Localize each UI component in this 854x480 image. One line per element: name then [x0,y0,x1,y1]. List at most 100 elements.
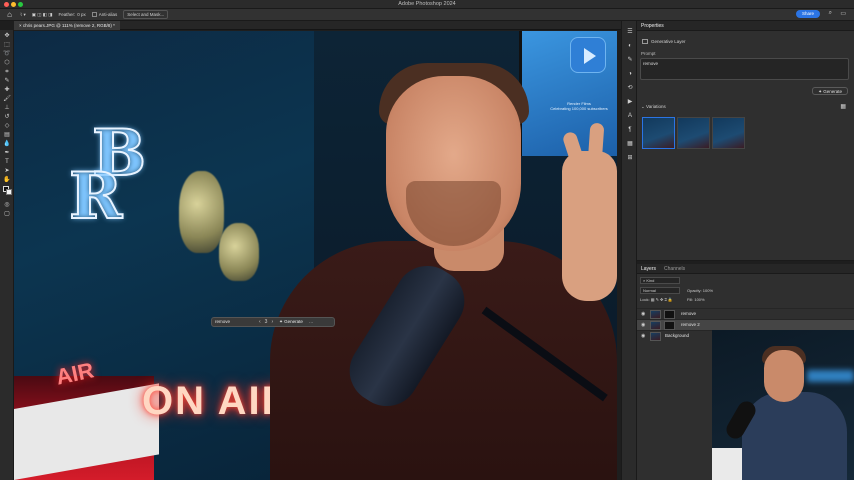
variation-thumbnail[interactable] [677,117,710,149]
properties-panel-icon[interactable]: ☰ [626,29,634,36]
eye-icon[interactable]: ◉ [641,311,645,317]
variations-header[interactable]: ⌄ Variations [641,104,666,110]
layers-tab-bar: Layers Channels [637,264,854,274]
grid-view-icon[interactable]: ▦ [840,103,846,110]
next-variation-button[interactable]: › [271,319,273,325]
prompt-label: Prompt [641,51,656,56]
fill-label: Fill: [687,297,694,302]
layer-row-selected[interactable]: ◉ remove 2 [637,319,854,330]
taskbar-generate-button[interactable]: ✦ Generate [279,319,303,325]
opacity-value[interactable]: 100% [703,288,713,293]
webcam-person-body [742,392,847,480]
search-icon[interactable]: ⌕ [829,10,832,17]
properties-generate-label: Generate [823,89,842,94]
feather-input[interactable]: 0 px [77,12,86,17]
gradient-tool-icon[interactable]: ▤ [3,132,11,139]
selection-mode-icons[interactable]: ▣ ◫ ◧ ◨ [32,12,53,18]
eye-icon[interactable]: ◉ [641,333,645,339]
ellipsis-icon[interactable]: ··· [309,320,314,325]
properties-panel: Properties Generative Layer Prompt remov… [637,21,854,261]
lasso-tool-icon[interactable]: ⌇ ▾ [20,12,26,18]
layer-thumbnail [650,321,661,330]
variation-thumbnail[interactable] [712,117,745,149]
adjustments-panel-icon[interactable]: ◑ [626,71,634,78]
blend-mode-select[interactable]: Normal [640,287,680,294]
pen-tool-icon[interactable]: ✒ [3,150,11,157]
background-color-swatch[interactable] [6,189,12,195]
monitor-text: Render Films Celebrating 100,000 subscri… [544,101,614,111]
document-tab[interactable]: × chris pears.JPG @ 111% (remove 2, RGB/… [14,21,120,30]
history-panel-icon[interactable]: ⟲ [626,85,634,92]
layer-row[interactable]: ◉ remove [637,308,854,319]
previous-variation-button[interactable]: ‹ [259,319,261,325]
taskbar-generate-label: Generate [284,319,303,324]
app-title: Adobe Photoshop 2024 [398,1,456,7]
path-select-tool-icon[interactable]: ➤ [3,168,11,175]
lock-label: Lock: [640,297,650,302]
title-bar: Adobe Photoshop 2024 [0,0,854,9]
libraries-panel-icon[interactable]: ⊞ [626,155,634,162]
generative-layer-label: Generative Layer [651,39,686,44]
tools-panel: ✥ ⬚ ➰ ⬡ ⌗ ✎ ✚ 🖌 ⊥ ↺ ◇ ▤ 💧 ✒ T ➤ ✋ ◎ ▢ [0,30,14,480]
actions-panel-icon[interactable]: ▶ [626,99,634,106]
feather-label: Feather: [58,12,76,17]
properties-tab-bar: Properties [637,21,854,31]
webcam-person-head [764,350,804,402]
generative-prompt-input[interactable]: remove [215,319,255,325]
photo-scene: Render Films Celebrating 100,000 subscri… [14,31,617,480]
fill-value[interactable]: 100% [694,297,704,302]
eye-icon[interactable]: ◉ [641,322,645,328]
marquee-tool-icon[interactable]: ⬚ [3,42,11,49]
quick-mask-icon[interactable]: ◎ [3,202,11,209]
removed-object-ghost-2 [219,223,259,281]
document-canvas[interactable]: Render Films Celebrating 100,000 subscri… [14,31,617,480]
photoshop-window: Adobe Photoshop 2024 ⌂ ⌇ ▾ ▣ ◫ ◧ ◨ Feath… [0,0,854,480]
healing-brush-tool-icon[interactable]: ✚ [3,87,11,94]
checkbox-icon [91,12,97,18]
lasso-tool-icon[interactable]: ➰ [3,51,11,58]
home-icon[interactable]: ⌂ [5,10,14,19]
screen-mode-icon[interactable]: ▢ [3,211,11,218]
layer-name: remove [681,311,697,316]
workspace-icon[interactable]: ▭ [840,10,846,17]
webcam-light-glow [807,370,854,382]
brush-panel-icon[interactable]: ✎ [626,57,634,64]
tab-properties[interactable]: Properties [637,23,668,29]
share-button[interactable]: Share [795,10,820,18]
paragraph-panel-icon[interactable]: ¶ [626,127,634,134]
select-and-mask-button[interactable]: Select and Mask... [123,10,169,19]
opacity-control[interactable]: Opacity: 100% [687,288,713,293]
anti-alias-checkbox[interactable]: Anti-alias [91,12,117,18]
play-logo-icon [570,37,606,73]
layer-name: Background [665,333,690,338]
eraser-tool-icon[interactable]: ◇ [3,123,11,130]
clone-stamp-tool-icon[interactable]: ⊥ [3,105,11,112]
blur-tool-icon[interactable]: 💧 [3,141,11,148]
prompt-textarea[interactable]: remove [640,58,849,80]
layer-filter-select[interactable]: ⌕ Kind [640,277,680,284]
lock-icons[interactable]: ▦ ✎ ✥ ⌗ 🔒 [651,297,673,302]
type-tool-icon[interactable]: T [3,159,11,166]
webcam-overlay [712,330,854,480]
object-select-tool-icon[interactable]: ⬡ [3,60,11,67]
character-panel-icon[interactable]: A [626,113,634,120]
swatches-panel-icon[interactable]: ▦ [626,141,634,148]
properties-generate-button[interactable]: ✦ Generate [812,87,848,95]
layer-thumbnail [650,332,661,341]
brush-tool-icon[interactable]: 🖌 [3,96,11,103]
color-panel-icon[interactable]: ◐ [626,43,634,50]
tab-layers[interactable]: Layers [637,266,660,272]
crop-tool-icon[interactable]: ⌗ [3,69,11,76]
opacity-label: Opacity: [687,288,702,293]
history-brush-tool-icon[interactable]: ↺ [3,114,11,121]
move-tool-icon[interactable]: ✥ [3,33,11,40]
generative-layer-header: Generative Layer [642,39,686,45]
contextual-task-bar: remove ‹ 3 › ✦ Generate ··· [211,317,335,327]
fill-control[interactable]: Fill: 100% [687,297,705,302]
variation-thumbnail[interactable] [642,117,675,149]
layer-name: remove 2 [681,322,700,327]
eyedropper-tool-icon[interactable]: ✎ [3,78,11,85]
removed-object-ghost [179,171,224,253]
tab-channels[interactable]: Channels [660,266,689,272]
hand-tool-icon[interactable]: ✋ [3,177,11,184]
